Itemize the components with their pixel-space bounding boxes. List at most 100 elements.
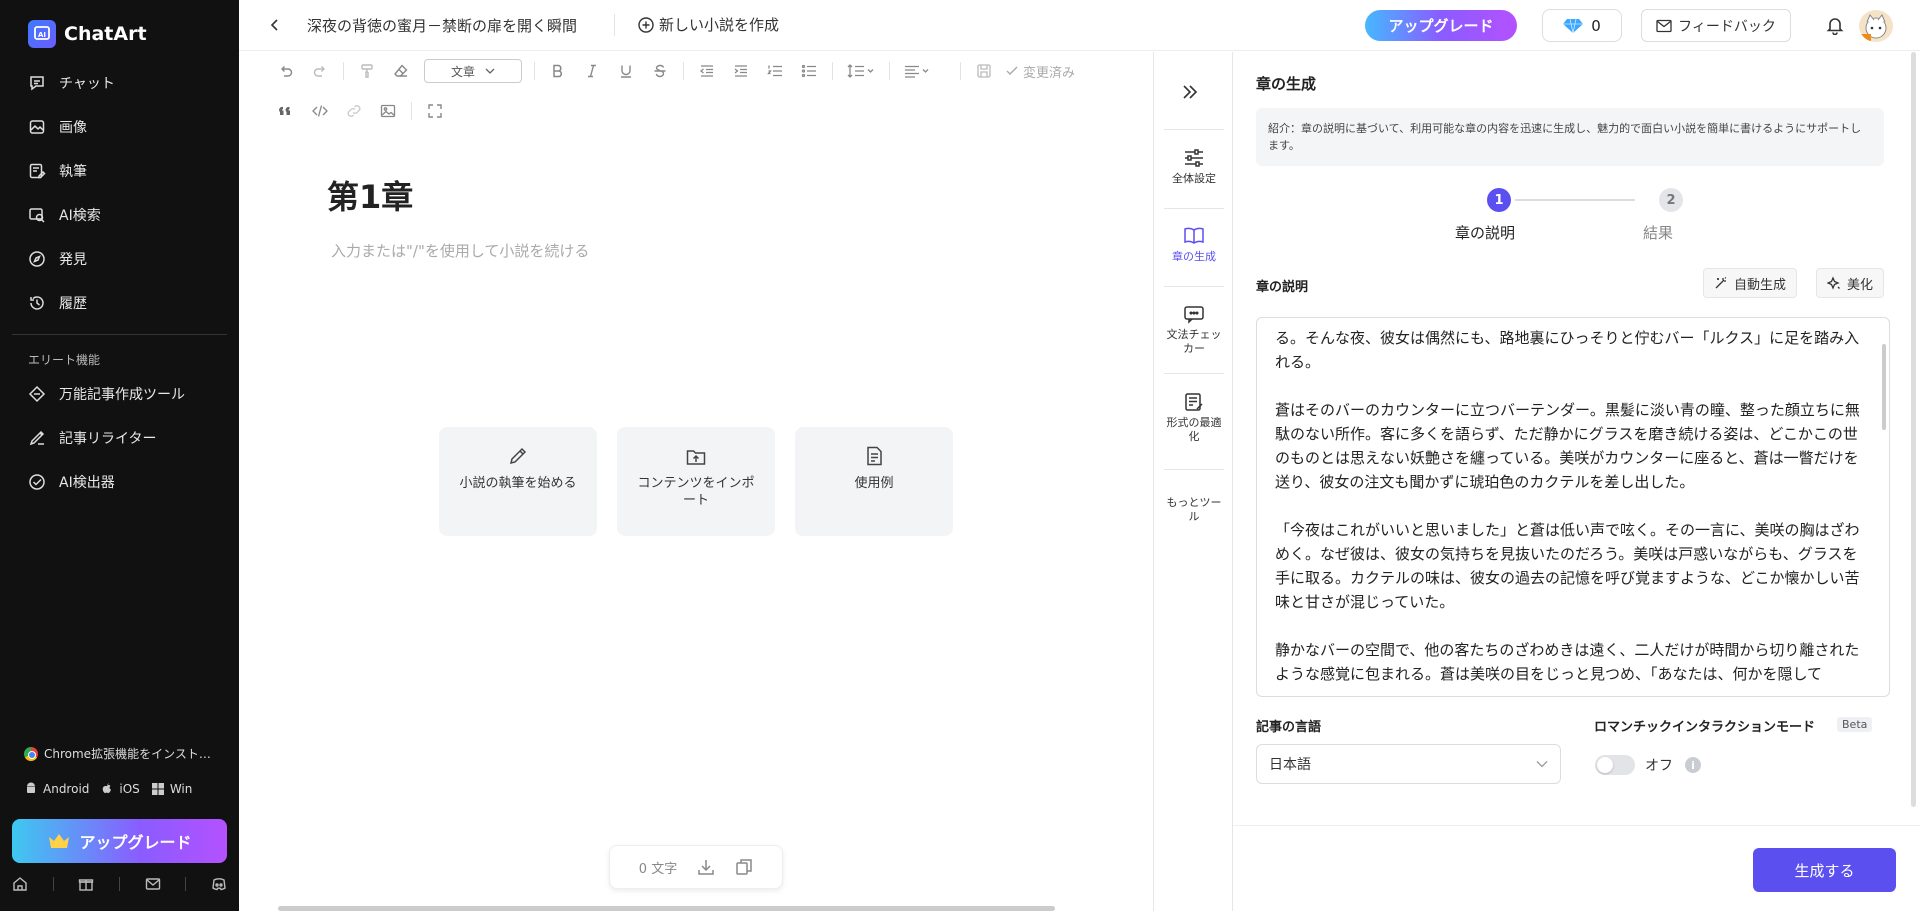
chrome-extension-link[interactable]: Chrome拡張機能をインスト…: [24, 745, 211, 762]
chapter-title[interactable]: 第1章: [327, 172, 413, 218]
blockquote-icon[interactable]: [269, 99, 303, 123]
double-chevron-right-icon[interactable]: [1180, 82, 1200, 102]
link-icon[interactable]: [337, 99, 371, 123]
step-2-label[interactable]: 結果: [1643, 222, 1673, 243]
tool-format-optimize[interactable]: 形式の最適化: [1154, 392, 1234, 444]
sidebar-item-label: チャット: [59, 76, 115, 92]
book-icon: [1184, 227, 1204, 244]
gem-balance[interactable]: 0: [1542, 9, 1622, 42]
align-icon[interactable]: [896, 59, 940, 83]
sidebar-item-label: AI検出器: [59, 475, 115, 491]
rewriter-icon: [27, 428, 47, 448]
sidebar-item-discover[interactable]: 発見: [12, 237, 227, 281]
info-icon[interactable]: i: [1685, 757, 1701, 773]
text-style-value: 文章: [450, 64, 475, 79]
save-doc-icon[interactable]: [967, 59, 1001, 83]
textarea-scrollbar[interactable]: [1882, 344, 1886, 430]
ai-detector-icon: [27, 472, 47, 492]
svg-text:AI: AI: [38, 31, 46, 39]
grammar-icon: [1184, 306, 1204, 324]
horizontal-scrollbar[interactable]: [278, 906, 1055, 911]
top-upgrade-button[interactable]: アップグレード: [1365, 10, 1517, 41]
image-icon: [27, 117, 47, 137]
sidebar-item-ai-detector[interactable]: AI検出器: [12, 460, 227, 504]
sidebar-item-image[interactable]: 画像: [12, 105, 227, 149]
tool-more[interactable]: もっとツール: [1154, 496, 1234, 524]
step-1-label[interactable]: 章の説明: [1455, 222, 1515, 243]
tool-label: 章の生成: [1172, 250, 1216, 263]
sparkle-icon: [1827, 276, 1840, 290]
undo-icon[interactable]: [269, 59, 303, 83]
new-novel-button[interactable]: 新しい小説を作成: [637, 14, 779, 35]
chapter-description-textarea[interactable]: る。そんな夜、彼女は偶然にも、路地裏にひっそりと佇むバー「ルクス」に足を踏み入れ…: [1256, 317, 1890, 697]
platform-ios[interactable]: iOS: [119, 782, 139, 796]
import-icon: [686, 450, 706, 465]
ordered-list-icon[interactable]: [758, 59, 792, 83]
underline-icon[interactable]: [609, 59, 643, 83]
magic-wand-icon: [1715, 277, 1727, 289]
sidebar-item-label: 執筆: [59, 164, 87, 180]
start-writing-card[interactable]: 小説の執筆を始める: [439, 427, 597, 536]
copy-icon[interactable]: [735, 858, 753, 876]
tool-column: 全体設定 章の生成 文法チェッカー 形式の最適化 もっとツール: [1153, 52, 1233, 911]
outdent-icon[interactable]: [690, 59, 724, 83]
tool-label: もっとツール: [1166, 496, 1222, 523]
text-style-select[interactable]: 文章: [424, 59, 522, 83]
sidebar-item-ai-search[interactable]: AI検索: [12, 193, 227, 237]
eraser-icon[interactable]: [384, 59, 418, 83]
line-height-icon[interactable]: [839, 59, 883, 83]
user-avatar[interactable]: [1859, 10, 1893, 42]
generate-button[interactable]: 生成する: [1753, 848, 1896, 892]
sidebar-upgrade-button[interactable]: アップグレード: [12, 819, 227, 863]
sidebar-divider: [12, 334, 227, 335]
sidebar-item-universal-writer[interactable]: 万能記事作成ツール: [12, 372, 227, 416]
tool-grammar-checker[interactable]: 文法チェッカー: [1154, 304, 1234, 356]
main-nav: チャット 画像 執筆 AI検索 発見 履歴: [12, 61, 227, 325]
editor-placeholder[interactable]: 入力または"/"を使用して小説を続ける: [331, 240, 589, 261]
panel-scrollbar[interactable]: [1911, 52, 1916, 807]
sidebar-item-history[interactable]: 履歴: [12, 281, 227, 325]
step-2-indicator: 2: [1659, 188, 1683, 212]
redo-icon[interactable]: [303, 59, 337, 83]
italic-icon[interactable]: [575, 59, 609, 83]
chrome-icon: [24, 746, 38, 761]
tool-chapter-generation[interactable]: 章の生成: [1154, 226, 1234, 264]
windows-icon: [151, 783, 164, 795]
usage-examples-card[interactable]: 使用例: [795, 427, 953, 536]
sidebar-item-label: 記事リライター: [59, 431, 157, 447]
back-chevron-icon[interactable]: [267, 17, 283, 33]
sidebar-item-chat[interactable]: チャット: [12, 61, 227, 105]
top-bar: 深夜の背徳の蜜月－禁断の扉を開く瞬間 新しい小説を作成 アップグレード 0 フィ…: [239, 0, 1920, 51]
fullscreen-icon[interactable]: [418, 99, 452, 123]
auto-generate-button[interactable]: 自動生成: [1703, 268, 1798, 298]
language-select[interactable]: 日本語: [1256, 744, 1561, 784]
strikethrough-icon[interactable]: [643, 59, 677, 83]
bell-icon[interactable]: [1825, 15, 1845, 35]
sidebar-item-write[interactable]: 執筆: [12, 149, 227, 193]
import-content-card[interactable]: コンテンツをインポート: [617, 427, 775, 536]
sidebar-item-label: 履歴: [59, 296, 87, 312]
sliders-icon: [1185, 149, 1203, 167]
romance-mode-toggle[interactable]: [1595, 755, 1635, 775]
sidebar-item-rewriter[interactable]: 記事リライター: [12, 416, 227, 460]
step-1-indicator: 1: [1487, 188, 1511, 212]
app-logo[interactable]: AI ChatArt: [28, 20, 147, 48]
beautify-button[interactable]: 美化: [1816, 268, 1885, 298]
platform-win[interactable]: Win: [170, 782, 193, 796]
home-icon[interactable]: [12, 876, 28, 892]
platform-android[interactable]: Android: [43, 782, 89, 796]
code-icon[interactable]: [303, 99, 337, 123]
feedback-button[interactable]: フィードバック: [1641, 9, 1791, 42]
indent-icon[interactable]: [724, 59, 758, 83]
bullet-list-icon[interactable]: [792, 59, 826, 83]
insert-image-icon[interactable]: [371, 99, 405, 123]
document-title[interactable]: 深夜の背徳の蜜月－禁断の扉を開く瞬間: [307, 15, 577, 36]
sidebar-item-label: AI検索: [59, 208, 101, 224]
download-icon[interactable]: [697, 858, 715, 876]
format-painter-icon[interactable]: [350, 59, 384, 83]
discord-icon[interactable]: [211, 876, 227, 892]
bold-icon[interactable]: [541, 59, 575, 83]
mail-icon[interactable]: [145, 876, 161, 892]
gift-icon[interactable]: [78, 876, 94, 892]
tool-global-settings[interactable]: 全体設定: [1154, 148, 1234, 186]
